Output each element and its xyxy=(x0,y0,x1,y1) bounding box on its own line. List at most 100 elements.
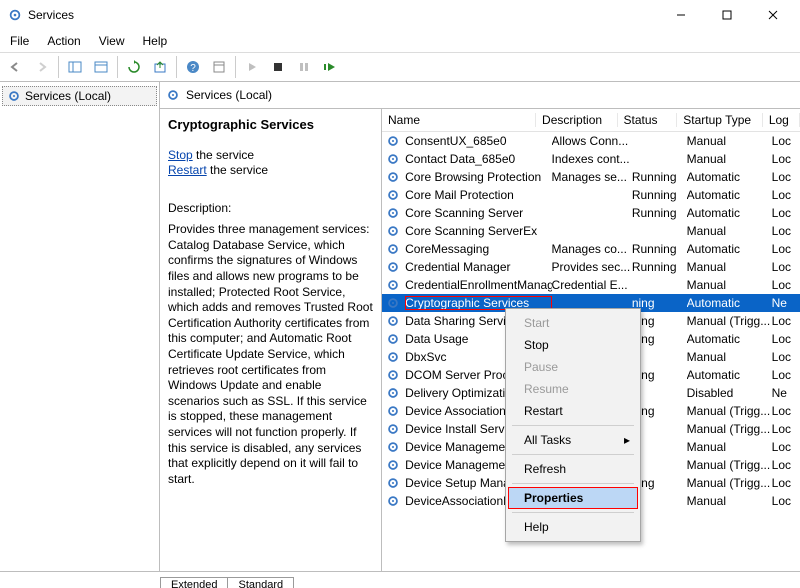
restart-service-button[interactable] xyxy=(318,55,342,79)
export-list-button[interactable] xyxy=(89,55,113,79)
maximize-button[interactable] xyxy=(704,0,750,30)
col-status[interactable]: Status xyxy=(618,113,678,127)
row-logon: Loc xyxy=(772,422,800,436)
stop-link[interactable]: Stop xyxy=(168,148,193,162)
ctx-resume: Resume xyxy=(508,378,638,400)
tab-standard[interactable]: Standard xyxy=(227,577,294,588)
gear-icon xyxy=(386,422,401,436)
ctx-restart[interactable]: Restart xyxy=(508,400,638,422)
row-logon: Loc xyxy=(772,152,800,166)
menu-view[interactable]: View xyxy=(97,32,127,50)
tab-extended[interactable]: Extended xyxy=(160,577,228,588)
view-tabs: Extended Standard xyxy=(0,571,800,588)
gear-icon xyxy=(386,386,401,400)
gear-icon xyxy=(386,314,401,328)
service-row[interactable]: Contact Data_685e0Indexes cont...ManualL… xyxy=(382,150,800,168)
ctx-start: Start xyxy=(508,312,638,334)
toolbar: ? xyxy=(0,53,800,82)
row-startup-type: Manual xyxy=(687,278,772,292)
row-logon: Loc xyxy=(772,350,800,364)
service-row[interactable]: Credential ManagerProvides sec...Running… xyxy=(382,258,800,276)
service-row[interactable]: Core Scanning ServerExManualLoc xyxy=(382,222,800,240)
detail-title: Cryptographic Services xyxy=(168,117,373,134)
row-startup-type: Manual xyxy=(687,152,772,166)
description-text: Provides three management services: Cata… xyxy=(168,222,373,487)
row-status: Running xyxy=(632,242,687,256)
gear-icon xyxy=(386,296,401,310)
show-hide-tree-button[interactable] xyxy=(63,55,87,79)
row-description: Allows Conn... xyxy=(552,134,632,148)
ctx-help[interactable]: Help xyxy=(508,516,638,538)
minimize-button[interactable] xyxy=(658,0,704,30)
forward-button[interactable] xyxy=(30,55,54,79)
col-description[interactable]: Description xyxy=(536,113,618,127)
gear-icon xyxy=(386,350,401,364)
service-row[interactable]: Core Scanning Server RunningAutomaticLoc xyxy=(382,204,800,222)
row-description: Manages co... xyxy=(552,242,632,256)
row-logon: Loc xyxy=(772,170,800,184)
menu-file[interactable]: File xyxy=(8,32,31,50)
gear-icon xyxy=(386,206,401,220)
row-logon: Loc xyxy=(772,260,800,274)
gear-icon xyxy=(386,260,401,274)
row-startup-type: Automatic xyxy=(687,332,772,346)
help-button[interactable]: ? xyxy=(181,55,205,79)
gear-icon xyxy=(386,368,401,382)
chevron-right-icon: ▸ xyxy=(624,433,630,447)
start-service-button[interactable] xyxy=(240,55,264,79)
row-description: Provides sec... xyxy=(552,260,632,274)
row-logon: Loc xyxy=(772,224,800,238)
tree-root-services-local[interactable]: Services (Local) xyxy=(2,86,157,106)
row-status: Running xyxy=(632,206,687,220)
back-button[interactable] xyxy=(4,55,28,79)
menu-action[interactable]: Action xyxy=(45,32,82,50)
row-startup-type: Manual (Trigg... xyxy=(687,314,772,328)
gear-icon xyxy=(386,404,401,418)
row-status: Running xyxy=(632,170,687,184)
row-startup-type: Automatic xyxy=(687,170,772,184)
pause-service-button[interactable] xyxy=(292,55,316,79)
menu-help[interactable]: Help xyxy=(141,32,170,50)
gear-icon xyxy=(166,88,180,102)
row-startup-type: Manual xyxy=(687,260,772,274)
gear-icon xyxy=(386,134,401,148)
col-name[interactable]: Name xyxy=(382,113,536,127)
ctx-all-tasks[interactable]: All Tasks▸ xyxy=(508,429,638,451)
col-startup-type[interactable]: Startup Type xyxy=(677,113,763,127)
ctx-refresh[interactable]: Refresh xyxy=(508,458,638,480)
service-row[interactable]: ConsentUX_685e0Allows Conn...ManualLoc xyxy=(382,132,800,150)
row-status: Running xyxy=(632,260,687,274)
row-startup-type: Manual xyxy=(687,134,772,148)
row-logon: Ne xyxy=(772,296,800,310)
gear-icon xyxy=(386,224,401,238)
list-header-title: Services (Local) xyxy=(186,88,272,102)
ctx-properties[interactable]: Properties xyxy=(508,487,638,509)
service-row[interactable]: Core Browsing ProtectionManages se...Run… xyxy=(382,168,800,186)
description-heading: Description: xyxy=(168,201,373,217)
row-name: CredentialEnrollmentManag... xyxy=(405,278,551,292)
export-button[interactable] xyxy=(148,55,172,79)
stop-service-button[interactable] xyxy=(266,55,290,79)
row-startup-type: Automatic xyxy=(687,188,772,202)
properties-button[interactable] xyxy=(207,55,231,79)
list-header: Services (Local) xyxy=(160,82,800,109)
gear-icon xyxy=(386,476,401,490)
gear-icon xyxy=(386,170,401,184)
row-name: Core Scanning ServerEx xyxy=(405,224,551,238)
row-logon: Loc xyxy=(772,206,800,220)
ctx-stop[interactable]: Stop xyxy=(508,334,638,356)
row-name: Credential Manager xyxy=(405,260,551,274)
restart-link[interactable]: Restart xyxy=(168,163,207,177)
close-button[interactable] xyxy=(750,0,796,30)
col-logon[interactable]: Log xyxy=(763,113,800,127)
service-row[interactable]: CredentialEnrollmentManag...Credential E… xyxy=(382,276,800,294)
refresh-button[interactable] xyxy=(122,55,146,79)
row-name: Core Scanning Server xyxy=(405,206,551,220)
menu-bar: File Action View Help xyxy=(0,30,800,53)
row-startup-type: Automatic xyxy=(687,206,772,220)
row-logon: Loc xyxy=(772,476,800,490)
svg-text:?: ? xyxy=(190,63,196,74)
service-row[interactable]: Core Mail ProtectionRunningAutomaticLoc xyxy=(382,186,800,204)
service-row[interactable]: CoreMessagingManages co...RunningAutomat… xyxy=(382,240,800,258)
row-description: Credential E... xyxy=(552,278,632,292)
